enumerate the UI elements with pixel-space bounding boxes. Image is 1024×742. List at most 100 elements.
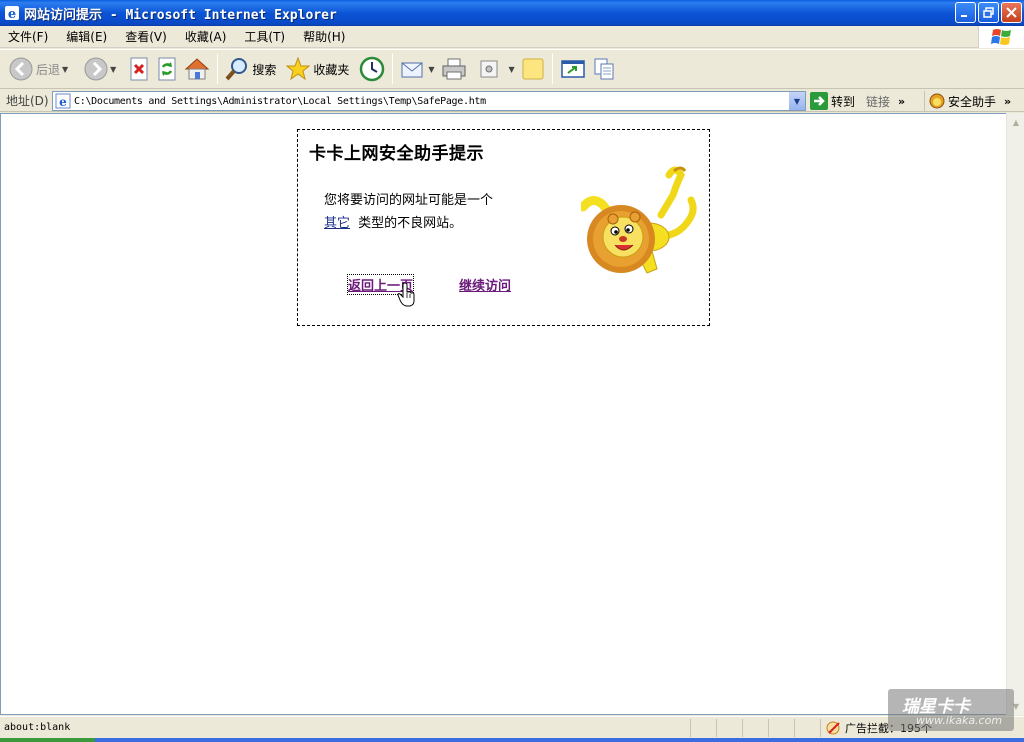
go-arrow-icon <box>810 92 828 110</box>
status-divider <box>820 719 821 737</box>
page-icon: e <box>55 93 71 109</box>
home-button[interactable] <box>181 53 213 85</box>
lion-shield-icon <box>929 93 945 109</box>
ad-block-icon <box>826 721 840 735</box>
address-url: C:\Documents and Settings\Administrator\… <box>74 95 486 107</box>
forward-dropdown-icon[interactable]: ▼ <box>110 65 116 74</box>
menu-help[interactable]: 帮助(H) <box>294 28 354 45</box>
refresh-icon <box>158 57 176 81</box>
close-button[interactable] <box>1001 2 1022 23</box>
back-label: 后退 <box>36 62 61 77</box>
alert-title: 卡卡上网安全助手提示 <box>309 144 484 164</box>
back-arrow-icon <box>9 57 33 81</box>
page-content: 卡卡上网安全助手提示 您将要访问的网址可能是一个 其它 类型的不良网站。 返回上… <box>0 113 1006 715</box>
minimize-button[interactable] <box>955 2 976 23</box>
status-text: about:blank <box>4 722 71 733</box>
edit-dropdown-icon[interactable]: ▼ <box>509 65 515 74</box>
standard-toolbar: 后退 ▼ ▼ 搜索 收藏夹 ▼ ▼ <box>0 49 1024 89</box>
close-icon <box>1006 7 1017 18</box>
print-button[interactable] <box>438 53 470 85</box>
menu-tools[interactable]: 工具(T) <box>235 28 294 45</box>
scroll-up-icon[interactable]: ▲ <box>1008 114 1024 130</box>
status-divider <box>768 719 769 737</box>
site-category-link[interactable]: 其它 <box>324 216 350 231</box>
svg-text:e: e <box>59 95 67 109</box>
address-label: 地址(D) <box>6 94 49 108</box>
restore-button[interactable] <box>978 2 999 23</box>
windows-logo <box>978 26 1024 48</box>
title-bar: e 网站访问提示 - Microsoft Internet Explorer <box>0 0 1024 26</box>
security-helper-label: 安全助手 <box>948 94 997 109</box>
svg-text:e: e <box>8 7 16 21</box>
messenger-button[interactable] <box>557 53 589 85</box>
menu-file[interactable]: 文件(F) <box>0 28 57 45</box>
research-button[interactable] <box>589 53 619 85</box>
toolbar-separator <box>551 54 553 84</box>
printer-icon <box>442 58 466 80</box>
favorites-label: 收藏夹 <box>313 62 350 77</box>
favorites-button[interactable]: 收藏夹 <box>283 53 352 85</box>
links-chevron-icon[interactable]: » <box>898 95 905 108</box>
back-button[interactable]: 后退 ▼ <box>6 53 71 85</box>
safety-alert-box: 卡卡上网安全助手提示 您将要访问的网址可能是一个 其它 类型的不良网站。 返回上… <box>297 129 710 326</box>
status-divider <box>794 719 795 737</box>
watermark: 瑞星卡卡 www.ikaka.com <box>888 689 1014 731</box>
vertical-scrollbar[interactable]: ▲ ▼ <box>1006 113 1024 715</box>
history-icon <box>360 56 385 82</box>
mail-dropdown-icon[interactable]: ▼ <box>428 65 434 74</box>
windows-flag-icon <box>990 29 1011 45</box>
mail-icon <box>401 62 423 78</box>
continue-visit-link[interactable]: 继续访问 <box>459 275 511 294</box>
address-bar: 地址(D) e C:\Documents and Settings\Admini… <box>0 90 1024 112</box>
links-label: 链接 <box>866 94 891 109</box>
restore-icon <box>983 7 994 18</box>
address-dropdown-icon[interactable]: ▼ <box>788 92 805 110</box>
window-title: 网站访问提示 - Microsoft Internet Explorer <box>24 7 337 23</box>
helper-chevron-icon[interactable]: » <box>1004 95 1011 108</box>
go-button[interactable]: 转到 <box>810 91 855 111</box>
menu-favorites[interactable]: 收藏(A) <box>176 28 236 45</box>
address-input[interactable]: e C:\Documents and Settings\Administrato… <box>52 91 806 111</box>
forward-arrow-icon <box>84 57 108 81</box>
search-button[interactable]: 搜索 <box>222 53 279 85</box>
home-icon <box>185 58 210 80</box>
warning-message-line1: 您将要访问的网址可能是一个 <box>324 193 494 208</box>
stop-button[interactable] <box>125 53 153 85</box>
edit-document-icon <box>480 60 498 78</box>
menu-view[interactable]: 查看(V) <box>116 28 176 45</box>
star-icon <box>286 57 311 81</box>
copy-pages-icon <box>594 58 614 80</box>
ie-icon: e <box>5 6 19 21</box>
go-label: 转到 <box>831 94 856 109</box>
watermark-url: www.ikaka.com <box>916 714 1003 727</box>
toolbar-separator <box>217 54 219 84</box>
lion-mascot-icon <box>581 166 697 274</box>
taskbar-edge <box>0 738 1024 742</box>
warning-message-line2: 其它 类型的不良网站。 <box>324 212 462 231</box>
window-arrow-icon <box>560 60 585 78</box>
search-icon <box>225 58 248 81</box>
hand-pointer-icon <box>397 283 415 307</box>
security-helper-button[interactable]: 安全助手 » <box>924 91 1011 111</box>
back-dropdown-icon[interactable]: ▼ <box>62 65 68 74</box>
mail-button[interactable]: ▼ <box>397 53 437 85</box>
status-divider <box>742 719 743 737</box>
warning-message-suffix: 类型的不良网站。 <box>358 216 463 231</box>
status-bar: about:blank 广告拦截： 195个 <box>0 716 1024 738</box>
toolbar-separator <box>392 54 394 84</box>
refresh-button[interactable] <box>153 53 181 85</box>
edit-button[interactable]: ▼ <box>476 53 518 85</box>
stop-icon <box>130 57 148 81</box>
search-label: 搜索 <box>252 62 277 77</box>
status-divider <box>690 719 691 737</box>
history-button[interactable] <box>356 53 388 85</box>
forward-button[interactable]: ▼ <box>81 53 119 85</box>
status-divider <box>716 719 717 737</box>
discuss-button[interactable] <box>518 53 548 85</box>
menu-edit[interactable]: 编辑(E) <box>57 28 116 45</box>
note-icon <box>522 58 544 80</box>
start-button-edge <box>0 738 95 742</box>
minimize-icon <box>961 15 967 17</box>
menu-bar: 文件(F) 编辑(E) 查看(V) 收藏(A) 工具(T) 帮助(H) <box>0 26 1024 48</box>
links-toolbar[interactable]: 链接 » <box>866 91 905 111</box>
